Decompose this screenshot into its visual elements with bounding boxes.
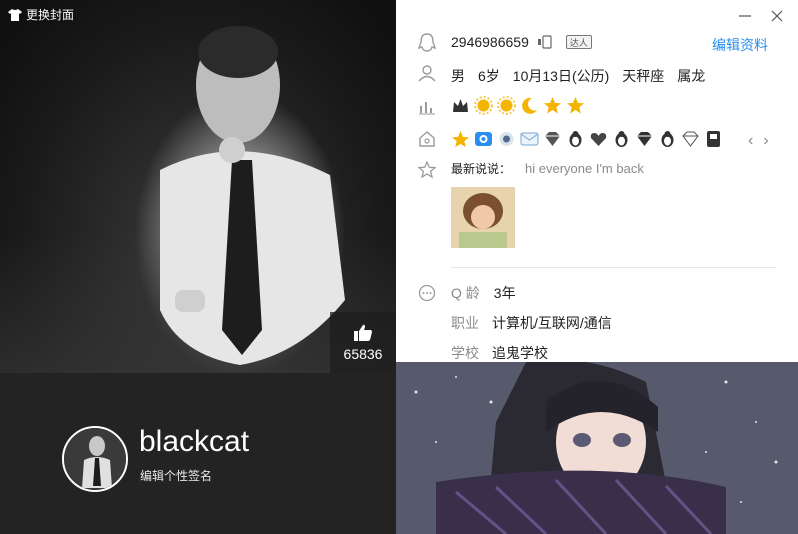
chevron-left-icon[interactable]: ‹ — [748, 132, 753, 150]
star-icon — [544, 97, 561, 114]
diamond-icon — [637, 132, 652, 146]
avatar[interactable] — [62, 426, 128, 492]
background-artwork — [396, 362, 798, 534]
change-cover-label: 更换封面 — [26, 8, 75, 22]
like-count: 65836 — [343, 345, 383, 362]
school-value: 追鬼学校 — [492, 345, 548, 361]
daren-badge: 达人 — [565, 35, 592, 49]
diamond-icon — [545, 132, 560, 146]
qq-number: 2946986659 — [451, 34, 529, 50]
house-icon — [419, 131, 435, 147]
minimize-icon[interactable] — [737, 8, 753, 24]
job-label: 职业 — [451, 315, 479, 331]
signature-edit[interactable]: 编辑个性签名 — [140, 467, 212, 484]
service-nav: ‹ › — [748, 132, 769, 150]
school-row: 学校 追鬼学校 — [451, 343, 548, 363]
job-value: 计算机/互联网/通信 — [492, 315, 612, 331]
heart-diamond-icon — [590, 133, 607, 146]
thumbs-up-icon — [354, 324, 372, 341]
change-cover-button[interactable]: 更换封面 — [8, 6, 74, 23]
penguin-icon — [661, 131, 674, 147]
like-button[interactable]: 65836 — [330, 312, 396, 373]
section-divider — [451, 267, 776, 268]
shirt-icon — [8, 8, 22, 21]
status-text[interactable]: hi everyone I'm back — [525, 161, 644, 176]
qage-value: 3年 — [493, 285, 516, 301]
star-icon — [567, 97, 584, 114]
nickname: blackcat — [139, 425, 250, 458]
anime-illustration — [396, 362, 798, 534]
penguin-icon — [569, 131, 582, 147]
mail-icon — [520, 132, 539, 146]
age: 6岁 — [478, 68, 500, 84]
sun-icon — [474, 96, 493, 115]
info-panel: 2946986659 达人 编辑资料 男 6岁 10月13日(公历) 天秤座 属… — [396, 0, 798, 362]
birthday: 10月13日(公历) — [512, 68, 610, 84]
constellation: 天秤座 — [622, 68, 665, 84]
more-circle-icon — [418, 284, 436, 302]
school-label: 学校 — [451, 345, 479, 361]
status-photo[interactable] — [451, 187, 515, 248]
avatar-image — [64, 428, 126, 490]
camera-icon — [475, 132, 492, 146]
qq-row: 2946986659 达人 — [451, 34, 592, 50]
diamond-icon — [682, 131, 699, 147]
qage-label: Q 龄 — [451, 285, 480, 301]
user-icon — [418, 65, 436, 82]
cover-photo: 更换封面 65836 — [0, 0, 396, 373]
penguin-icon — [418, 33, 436, 52]
level-icons[interactable] — [451, 96, 585, 115]
chevron-right-icon[interactable]: › — [763, 132, 768, 150]
zodiac: 属龙 — [677, 68, 706, 84]
crown-icon — [453, 99, 468, 112]
qage-row: Q 龄 3年 — [451, 283, 516, 303]
edit-profile-link[interactable]: 编辑资料 — [712, 35, 768, 55]
moon-icon — [522, 97, 537, 114]
penguin-icon — [615, 131, 628, 147]
status-label: 最新说说： — [451, 162, 512, 176]
job-row: 职业 计算机/互联网/通信 — [451, 313, 612, 333]
game-icon — [707, 131, 720, 147]
basic-info-row: 男 6岁 10月13日(公历) 天秤座 属龙 — [451, 66, 718, 86]
service-icons[interactable] — [451, 130, 723, 148]
pet-icon — [499, 132, 514, 146]
status-photo-image — [451, 187, 515, 248]
close-icon[interactable] — [769, 8, 785, 24]
phone-icon — [537, 35, 552, 49]
star-outline-icon — [418, 161, 436, 179]
star-icon — [452, 131, 469, 147]
sun-icon — [497, 96, 516, 115]
gender: 男 — [451, 68, 465, 84]
status-row: 最新说说： hi everyone I'm back — [451, 160, 644, 177]
profile-bar: blackcat 编辑个性签名 — [0, 373, 396, 534]
level-bars-icon — [419, 102, 435, 115]
